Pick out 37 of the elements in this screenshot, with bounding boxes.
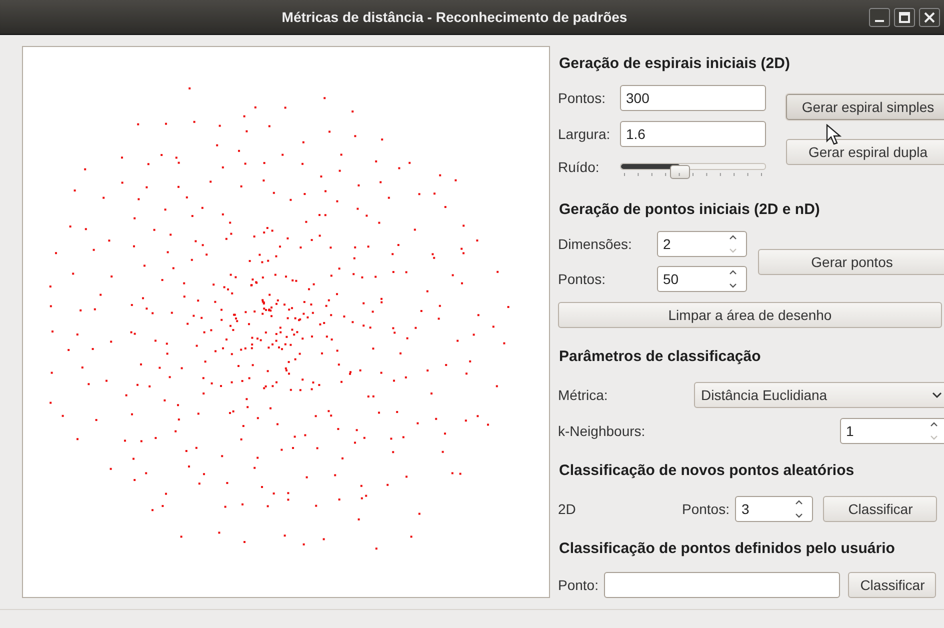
minimize-icon[interactable] <box>869 8 890 26</box>
field-label: Ruído: <box>558 159 600 175</box>
spin-box[interactable]: 1 <box>840 418 944 444</box>
close-icon[interactable] <box>919 8 940 26</box>
spin-box[interactable]: 3 <box>735 496 814 522</box>
field-label: Métrica: <box>558 387 608 403</box>
section-heading: Geração de pontos iniciais (2D e nD) <box>558 200 820 220</box>
push-button[interactable]: Gerar espiral dupla <box>786 139 944 165</box>
window-title: Métricas de distância - Reconhecimento de padrões <box>280 9 628 25</box>
slider-thumb[interactable] <box>670 165 690 179</box>
push-button[interactable]: Classificar <box>823 496 938 522</box>
text-field[interactable]: 300 <box>620 85 766 111</box>
maximize-icon[interactable] <box>894 8 915 26</box>
field-label: Pontos: <box>558 271 606 287</box>
text-field[interactable] <box>604 572 840 598</box>
field-label: Pontos: <box>558 90 606 106</box>
mouse-cursor-icon <box>826 124 842 146</box>
field-label: 2D <box>558 501 577 517</box>
push-button[interactable]: Classificar <box>848 572 936 598</box>
push-button[interactable]: Gerar pontos <box>758 248 944 274</box>
section-heading: Geração de espirais iniciais (2D) <box>558 54 790 74</box>
field-label: Dimensões: <box>558 236 633 252</box>
push-button[interactable]: Limpar a área de desenho <box>558 302 942 328</box>
chevron-down-icon <box>931 391 943 399</box>
text-field[interactable]: 1.6 <box>620 121 766 147</box>
field-label: Largura: <box>558 126 612 142</box>
section-heading: Classificação de novos pontos aleatórios <box>558 461 854 481</box>
metric-dropdown[interactable]: Distância Euclidiana <box>694 382 944 408</box>
section-heading: Parâmetros de classificação <box>558 347 761 367</box>
spin-box[interactable]: 2 <box>657 231 747 257</box>
field-label: k-Neighbours: <box>558 423 646 439</box>
dropdown-value: Distância Euclidiana <box>701 387 828 403</box>
spin-box[interactable]: 50 <box>657 266 747 292</box>
push-button[interactable]: Gerar espiral simples <box>786 94 944 120</box>
field-label: Pontos: <box>682 501 730 517</box>
section-heading: Classificação de pontos definidos pelo usuário <box>558 539 895 559</box>
field-label: Ponto: <box>558 577 598 593</box>
